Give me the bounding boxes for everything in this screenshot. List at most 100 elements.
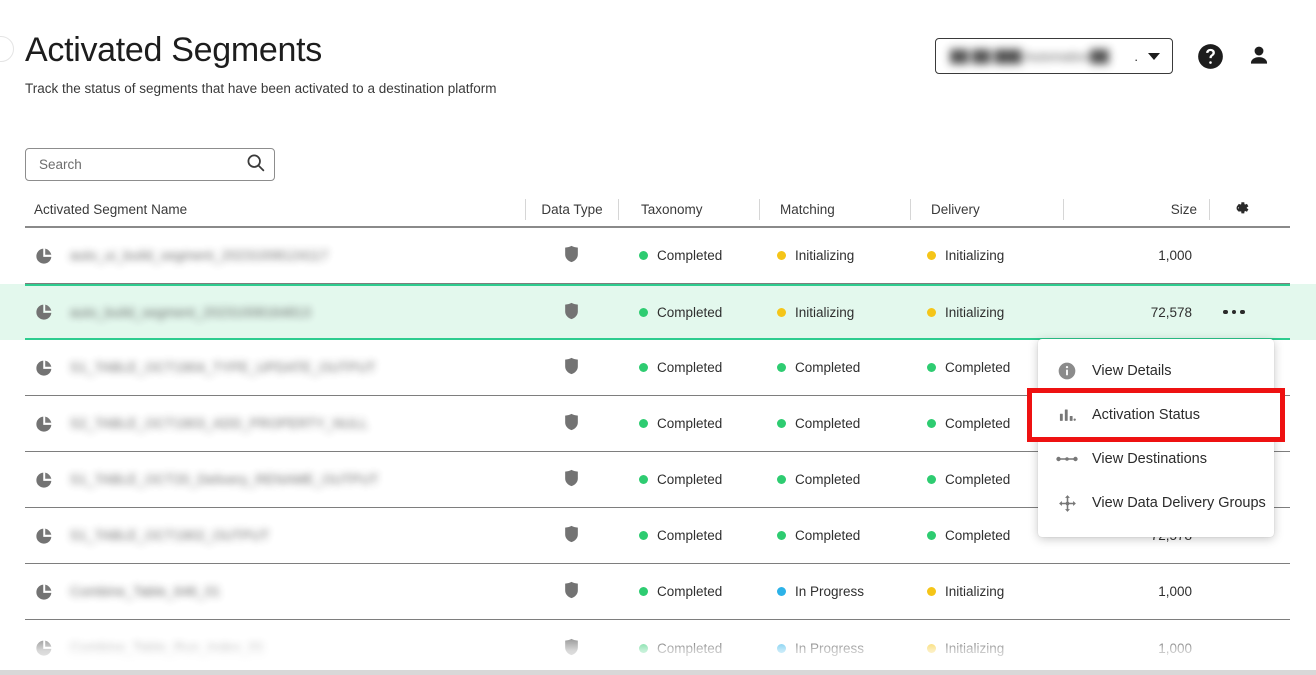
menu-item-view-destinations[interactable]: View Destinations (1038, 437, 1274, 481)
table-row[interactable]: Combine_Table_646_01 Completed In Progre… (25, 564, 1290, 620)
menu-item-label: Activation Status (1092, 407, 1200, 423)
segment-name-text: S1_TABLE_OCT20_Delivery_RENAME_OUTPUT (70, 472, 379, 487)
menu-item-view-data-delivery-groups[interactable]: View Data Delivery Groups (1038, 481, 1274, 525)
status-dot (639, 363, 648, 372)
status-dot (777, 419, 786, 428)
column-header-matching[interactable]: Matching (760, 192, 910, 226)
gear-icon (1229, 197, 1251, 222)
status-dot (927, 363, 936, 372)
cell-activated-segment-name[interactable]: auto_ui_build_segment_20231008124117 (25, 228, 525, 283)
search-input[interactable] (37, 156, 245, 173)
shield-icon (563, 244, 580, 267)
account-select-trailing-dot: . (1134, 48, 1138, 64)
search-box[interactable] (25, 148, 275, 181)
person-icon (1246, 46, 1272, 73)
status-dot (639, 251, 648, 260)
cell-activated-segment-name[interactable]: S2_TABLE_OCT1903_ADD_PROPERTY_NULL (25, 396, 525, 451)
cell-activated-segment-name[interactable]: Combine_Table_Run_Index_01 (25, 620, 525, 675)
column-header-size[interactable]: Size (1064, 192, 1209, 226)
cell-delivery: Initializing (907, 620, 1059, 675)
help-button[interactable] (1197, 43, 1224, 70)
status-label: Completed (657, 472, 723, 487)
column-header-delivery[interactable]: Delivery (911, 192, 1063, 226)
cell-taxonomy: Completed (617, 508, 757, 563)
status-badge-taxonomy: Completed (639, 472, 722, 487)
status-badge-taxonomy: Completed (639, 360, 722, 375)
status-label: Completed (795, 528, 861, 543)
shield-icon (563, 301, 580, 324)
status-dot (639, 531, 648, 540)
menu-item-activation-status[interactable]: Activation Status (1027, 388, 1285, 442)
status-dot (639, 643, 648, 653)
cell-data-type (525, 228, 617, 283)
status-dot (927, 531, 936, 540)
status-label: Completed (945, 360, 1011, 375)
menu-item-view-details[interactable]: View Details (1038, 349, 1274, 393)
cell-delivery: Initializing (907, 228, 1059, 283)
status-dot (927, 251, 936, 260)
column-header-data-type[interactable]: Data Type (526, 192, 618, 226)
status-dot (927, 643, 936, 653)
shield-icon (563, 412, 580, 435)
status-badge-taxonomy: Completed (639, 248, 722, 263)
cell-size: 1,000 (1059, 620, 1204, 675)
column-header-taxonomy[interactable]: Taxonomy (619, 192, 759, 226)
pie-chart-icon (34, 526, 54, 546)
shield-icon (563, 524, 580, 547)
pie-chart-icon (34, 358, 54, 378)
status-badge-matching: Completed (777, 360, 860, 375)
cell-size: 1,000 (1059, 564, 1204, 619)
cell-activated-segment-name[interactable]: auto_build_segment_20231008164813 (25, 286, 525, 338)
cell-matching: Completed (757, 396, 907, 451)
cell-matching: In Progress (757, 564, 907, 619)
cell-activated-segment-name[interactable]: Combine_Table_646_01 (25, 564, 525, 619)
account-select-value: ██ ██ ███ Automation██ (950, 48, 1109, 64)
cell-activated-segment-name[interactable]: S1_TABLE_OCT1902_OUTPUT (25, 508, 525, 563)
row-actions[interactable] (1204, 286, 1264, 338)
status-label: Completed (657, 584, 723, 599)
status-badge-taxonomy: Completed (639, 305, 722, 320)
status-dot (927, 475, 936, 484)
segment-name-text: S1_TABLE_OCT1902_OUTPUT (70, 528, 270, 543)
cell-activated-segment-name[interactable]: S1_TABLE_OCT1904_TYPE_UPDATE_OUTPUT (25, 340, 525, 395)
chevron-down-icon (1148, 52, 1160, 60)
table-row[interactable]: auto_build_segment_20231008164813 Comple… (0, 284, 1316, 340)
status-badge-taxonomy: Completed (639, 584, 722, 599)
status-badge-taxonomy: Completed (639, 416, 722, 431)
header-actions: ██ ██ ███ Automation██ . (935, 38, 1272, 74)
search-icon[interactable] (245, 152, 266, 178)
status-dot (927, 587, 936, 596)
shield-icon (563, 637, 580, 660)
column-header-activated-segment-name[interactable]: Activated Segment Name (25, 192, 525, 226)
row-actions[interactable] (1204, 564, 1264, 619)
status-label: Initializing (945, 248, 1005, 263)
status-label: Completed (945, 416, 1011, 431)
status-dot (777, 587, 786, 596)
status-label: Initializing (945, 640, 1005, 656)
row-actions[interactable] (1204, 228, 1264, 283)
cell-data-type (525, 286, 617, 338)
status-badge-taxonomy: Completed (639, 528, 722, 543)
size-value: 1,000 (1158, 248, 1192, 263)
status-badge-matching: Initializing (777, 248, 854, 263)
page-header: Activated Segments Track the status of s… (0, 0, 1316, 128)
account-button[interactable] (1246, 43, 1272, 69)
status-label: Completed (795, 416, 861, 431)
segment-name-text: S1_TABLE_OCT1904_TYPE_UPDATE_OUTPUT (70, 360, 376, 375)
account-select[interactable]: ██ ██ ███ Automation██ . (935, 38, 1173, 74)
cell-delivery: Initializing (907, 286, 1059, 338)
shield-icon (563, 356, 580, 379)
table-row[interactable]: Combine_Table_Run_Index_01 Completed In … (25, 620, 1290, 675)
horizontal-scrollbar[interactable] (0, 670, 1316, 675)
row-actions[interactable] (1204, 620, 1264, 675)
table-settings-button[interactable] (1210, 192, 1270, 226)
destinations-icon (1056, 452, 1078, 466)
table-row[interactable]: auto_ui_build_segment_20231008124117 Com… (25, 228, 1290, 284)
cell-matching: In Progress (757, 620, 907, 675)
status-label: Completed (795, 472, 861, 487)
more-horizontal-icon[interactable] (1223, 309, 1245, 315)
cell-delivery: Initializing (907, 564, 1059, 619)
cell-data-type (525, 508, 617, 563)
pie-chart-icon (34, 470, 54, 490)
cell-activated-segment-name[interactable]: S1_TABLE_OCT20_Delivery_RENAME_OUTPUT (25, 452, 525, 507)
